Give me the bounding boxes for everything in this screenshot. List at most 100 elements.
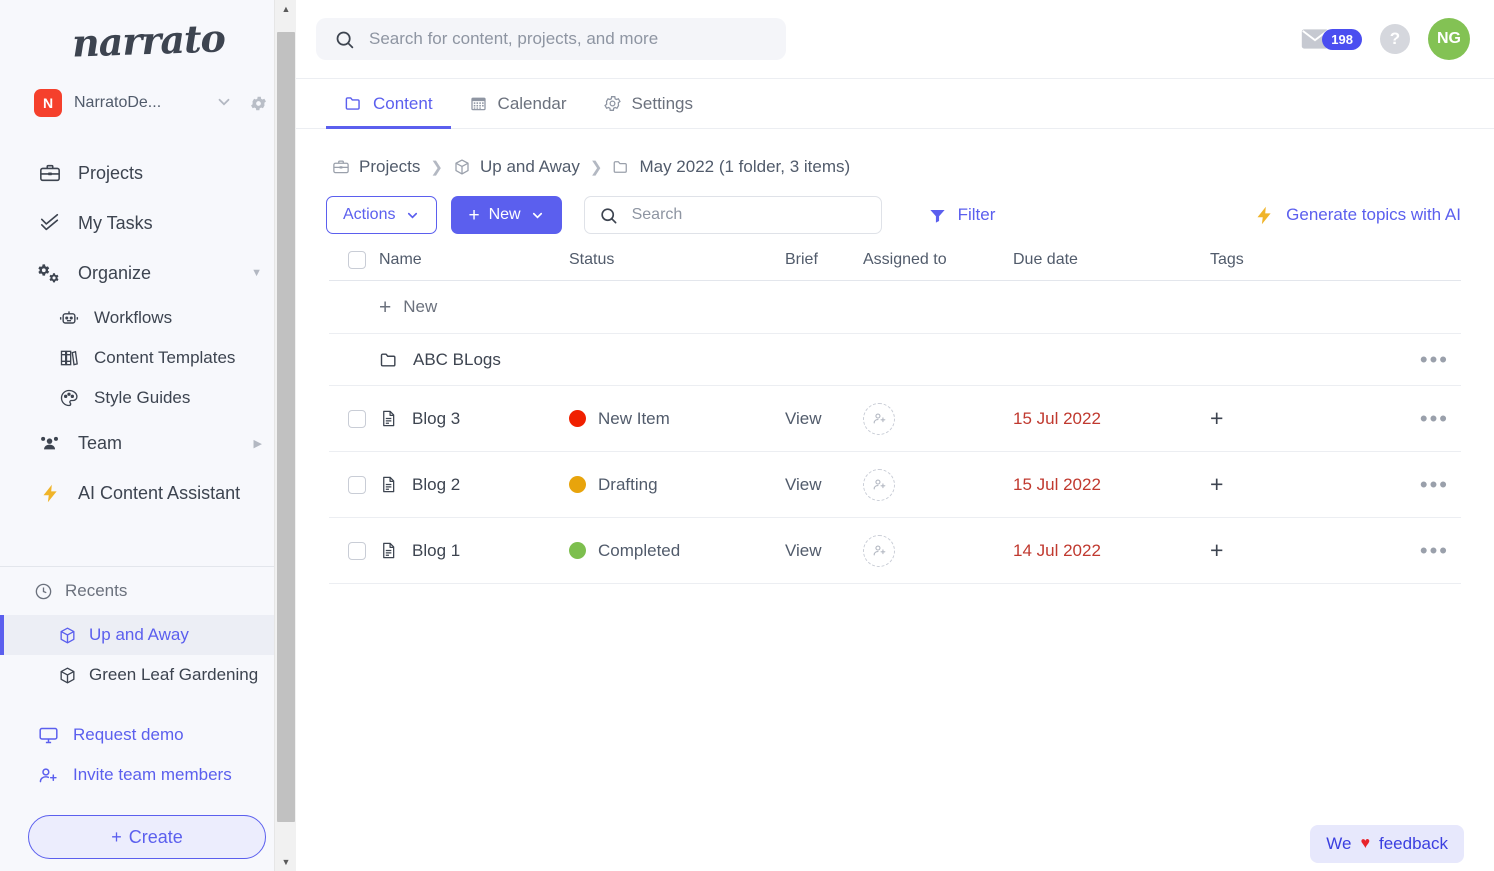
row-checkbox[interactable] bbox=[348, 541, 366, 560]
invite-team-members-link[interactable]: Invite team members bbox=[0, 755, 296, 795]
row-assignee-cell[interactable] bbox=[863, 534, 1013, 567]
sidebar-item-label: Organize bbox=[78, 262, 152, 283]
assign-user-icon[interactable] bbox=[863, 402, 895, 435]
tab-content[interactable]: Content bbox=[326, 79, 451, 129]
column-header-status[interactable]: Status bbox=[569, 251, 785, 269]
row-brief-cell[interactable]: View bbox=[785, 475, 863, 495]
row-menu-button[interactable]: ••• bbox=[1335, 407, 1461, 430]
row-status-cell[interactable]: Drafting bbox=[569, 475, 785, 495]
more-options-icon[interactable]: ••• bbox=[1420, 473, 1449, 496]
add-tag-icon[interactable]: + bbox=[1210, 539, 1223, 562]
filter-icon bbox=[928, 206, 947, 225]
scrollbar-thumb[interactable] bbox=[277, 32, 295, 822]
column-header-brief[interactable]: Brief bbox=[785, 251, 863, 269]
select-all-cell[interactable] bbox=[329, 250, 379, 269]
row-brief-cell[interactable]: View bbox=[785, 409, 863, 429]
row-name-cell[interactable]: Blog 2 bbox=[379, 475, 569, 495]
row-brief-cell[interactable]: View bbox=[785, 541, 863, 561]
table-row[interactable]: Blog 1 Completed View 14 Jul 2022 + ••• bbox=[329, 518, 1461, 584]
feedback-button[interactable]: We ♥ feedback bbox=[1310, 825, 1464, 863]
row-tags-cell[interactable]: + bbox=[1210, 539, 1335, 562]
sidebar-item-organize[interactable]: Organize ▼ bbox=[0, 248, 296, 298]
row-status-cell[interactable]: New Item bbox=[569, 409, 785, 429]
select-all-checkbox[interactable] bbox=[348, 250, 366, 269]
content-search-input[interactable]: Search bbox=[583, 196, 882, 234]
sidebar-item-ai-content-assistant[interactable]: AI Content Assistant bbox=[0, 468, 296, 518]
row-name-cell[interactable]: Blog 1 bbox=[379, 541, 569, 561]
more-options-icon[interactable]: ••• bbox=[1420, 407, 1449, 430]
assign-user-icon[interactable] bbox=[863, 468, 895, 501]
chevron-down-icon bbox=[405, 208, 420, 223]
row-assignee-cell[interactable] bbox=[863, 468, 1013, 501]
actions-button[interactable]: Actions bbox=[326, 196, 438, 234]
help-button[interactable]: ? bbox=[1380, 24, 1410, 54]
row-due-date-cell[interactable]: 15 Jul 2022 bbox=[1013, 475, 1210, 495]
sidebar-item-style-guides[interactable]: Style Guides bbox=[0, 378, 296, 418]
add-tag-icon[interactable]: + bbox=[1210, 407, 1223, 430]
chevron-down-icon[interactable]: ▼ bbox=[251, 267, 262, 279]
column-header-tags[interactable]: Tags bbox=[1210, 251, 1335, 269]
recent-item-up-and-away[interactable]: Up and Away bbox=[0, 615, 296, 655]
user-avatar[interactable]: NG bbox=[1428, 18, 1470, 60]
column-header-name[interactable]: Name bbox=[379, 251, 569, 269]
sidebar-item-my-tasks[interactable]: My Tasks bbox=[0, 198, 296, 248]
row-tags-cell[interactable]: + bbox=[1210, 407, 1335, 430]
request-demo-link[interactable]: Request demo bbox=[0, 715, 296, 755]
row-checkbox-cell[interactable] bbox=[329, 541, 379, 560]
row-name-cell[interactable]: Blog 3 bbox=[379, 409, 569, 429]
breadcrumb-item-up-and-away[interactable]: Up and Away bbox=[453, 157, 580, 177]
sidebar-item-content-templates[interactable]: Content Templates bbox=[0, 338, 296, 378]
global-search-input[interactable]: Search for content, projects, and more bbox=[316, 18, 786, 60]
row-due-date-cell[interactable]: 14 Jul 2022 bbox=[1013, 541, 1210, 561]
add-tag-icon[interactable]: + bbox=[1210, 473, 1223, 496]
column-header-assigned-to[interactable]: Assigned to bbox=[863, 251, 1013, 269]
recent-item-green-leaf-gardening[interactable]: Green Leaf Gardening bbox=[0, 655, 296, 695]
row-assignee-cell[interactable] bbox=[863, 402, 1013, 435]
row-menu-button[interactable]: ••• bbox=[1335, 473, 1461, 496]
row-menu-button[interactable]: ••• bbox=[1335, 539, 1461, 562]
add-new-row-button[interactable]: + New bbox=[329, 281, 1461, 334]
invite-team-label: Invite team members bbox=[73, 765, 232, 784]
table-row[interactable]: Blog 3 New Item View 15 Jul 2022 + ••• bbox=[329, 386, 1461, 452]
assign-user-icon[interactable] bbox=[863, 534, 895, 567]
sidebar-item-workflows[interactable]: Workflows bbox=[0, 298, 296, 338]
row-tags-cell[interactable]: + bbox=[1210, 473, 1335, 496]
more-options-icon[interactable]: ••• bbox=[1420, 348, 1449, 371]
generate-topics-ai-button[interactable]: Generate topics with AI bbox=[1254, 205, 1461, 226]
row-checkbox-cell[interactable] bbox=[329, 409, 379, 428]
folder-name-cell[interactable]: ABC BLogs bbox=[379, 350, 501, 370]
sidebar-item-label: Projects bbox=[78, 162, 144, 183]
row-due-date-cell[interactable]: 15 Jul 2022 bbox=[1013, 409, 1210, 429]
sidebar-item-team[interactable]: Team ▶ bbox=[0, 418, 296, 468]
scroll-up-arrow-icon[interactable]: ▲ bbox=[275, 0, 297, 18]
folder-row-menu-button[interactable]: ••• bbox=[975, 348, 1461, 371]
row-status-cell[interactable]: Completed bbox=[569, 541, 785, 561]
table-row-folder[interactable]: ABC BLogs ••• bbox=[329, 334, 1461, 386]
tab-settings[interactable]: Settings bbox=[585, 79, 711, 128]
row-checkbox[interactable] bbox=[348, 409, 366, 428]
app-logo[interactable]: narrato bbox=[0, 0, 296, 80]
workspace-switcher[interactable]: N NarratoDe... bbox=[0, 80, 296, 126]
view-brief-link[interactable]: View bbox=[785, 475, 822, 495]
scroll-down-arrow-icon[interactable]: ▼ bbox=[275, 853, 297, 871]
check-list-icon bbox=[38, 212, 62, 234]
sidebar-scrollbar[interactable]: ▲ ▼ bbox=[274, 0, 296, 871]
inbox-button[interactable]: 198 bbox=[1300, 27, 1362, 51]
chevron-right-icon[interactable]: ▶ bbox=[254, 437, 262, 450]
view-brief-link[interactable]: View bbox=[785, 409, 822, 429]
row-checkbox-cell[interactable] bbox=[329, 475, 379, 494]
table-row[interactable]: Blog 2 Drafting View 15 Jul 2022 + ••• bbox=[329, 452, 1461, 518]
filter-button[interactable]: Filter bbox=[928, 205, 996, 225]
chevron-down-icon[interactable] bbox=[215, 93, 233, 114]
more-options-icon[interactable]: ••• bbox=[1420, 539, 1449, 562]
filter-label: Filter bbox=[957, 205, 996, 224]
create-button[interactable]: + Create bbox=[28, 815, 266, 859]
view-brief-link[interactable]: View bbox=[785, 541, 822, 561]
gear-icon[interactable] bbox=[249, 94, 268, 113]
row-checkbox[interactable] bbox=[348, 475, 366, 494]
breadcrumb-item-projects[interactable]: Projects bbox=[332, 157, 420, 177]
tab-calendar[interactable]: Calendar bbox=[451, 79, 585, 128]
sidebar-item-projects[interactable]: Projects bbox=[0, 148, 296, 198]
new-button[interactable]: + New bbox=[451, 196, 562, 234]
column-header-due-date[interactable]: Due date bbox=[1013, 251, 1210, 269]
